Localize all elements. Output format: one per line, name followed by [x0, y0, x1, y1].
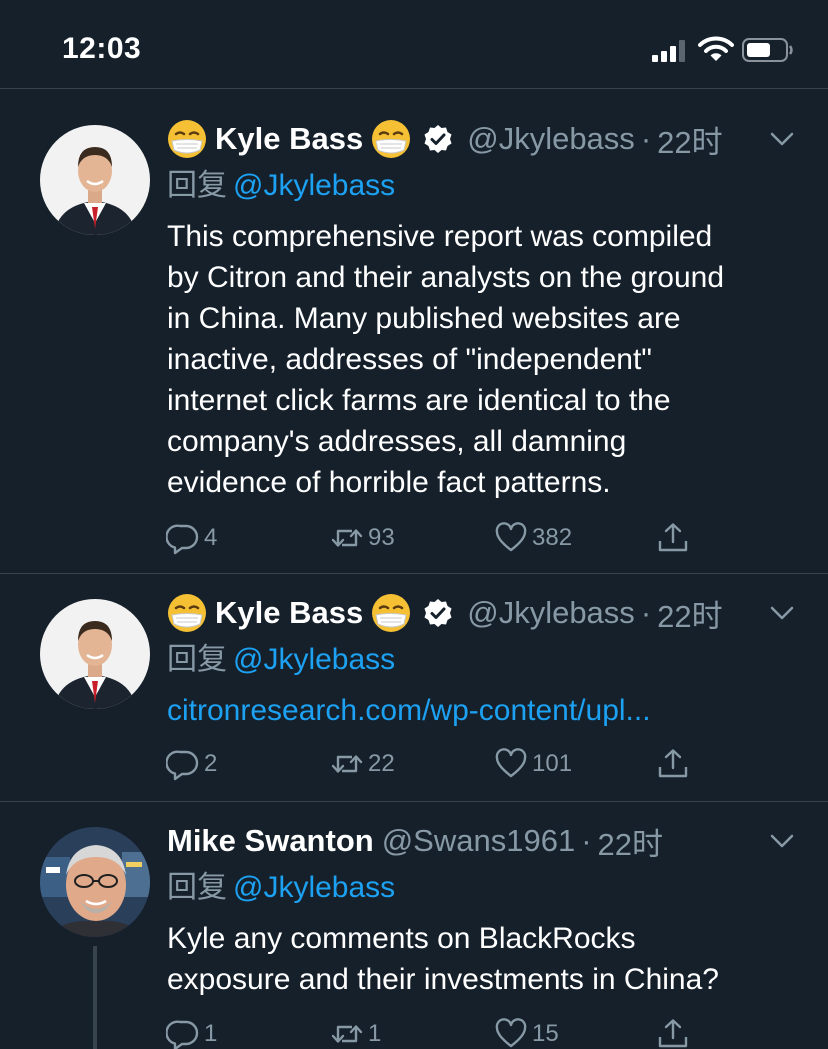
reply-button[interactable]: 1 [166, 1016, 217, 1049]
share-icon [656, 1017, 690, 1049]
chevron-down-icon[interactable] [766, 123, 798, 155]
face-with-mask-emoji-icon [167, 119, 207, 159]
like-button[interactable]: 382 [494, 520, 572, 556]
avatar[interactable] [40, 827, 150, 937]
avatar[interactable] [40, 599, 150, 709]
user-handle[interactable]: @Jkylebass [467, 595, 635, 631]
tweet-actions: 4 93 382 [0, 520, 828, 560]
share-button[interactable] [656, 746, 694, 782]
tweet-actions: 1 1 15 [0, 1016, 828, 1049]
retweet-icon [330, 521, 364, 555]
tweet-time: 22时 [657, 124, 723, 160]
user-handle[interactable]: @Swans1961 [382, 823, 575, 859]
tweet-link[interactable]: citronresearch.com/wp-content/upl... [167, 690, 798, 731]
tweet-time: 22时 [597, 826, 663, 862]
status-divider [0, 88, 828, 89]
tweet-header: Mike Swanton @Swans1961 · 22时 [167, 820, 798, 862]
separator-dot: · [581, 823, 592, 858]
like-button[interactable]: 101 [494, 746, 572, 782]
like-button[interactable]: 15 [494, 1016, 559, 1049]
tweet[interactable]: Kyle Bass @Jkylebass · 22时 回复 @Jkylebass … [0, 90, 828, 574]
tweet-actions: 2 22 101 [0, 746, 828, 786]
tweet-header: Kyle Bass @Jkylebass · 22时 [167, 118, 798, 160]
reply-context: 回复 @Jkylebass [167, 866, 798, 910]
retweet-icon [330, 747, 364, 781]
retweet-button[interactable]: 93 [330, 520, 395, 556]
reply-icon [166, 1017, 200, 1049]
cellular-signal-icon [652, 40, 685, 62]
reply-count: 2 [204, 750, 218, 777]
reply-context: 回复 @Jkylebass [167, 164, 798, 208]
verified-badge-icon [423, 124, 453, 154]
verified-badge-icon [423, 598, 453, 628]
reply-handle-link[interactable]: @Jkylebass [233, 871, 395, 904]
reply-button[interactable]: 4 [166, 520, 217, 556]
retweet-count: 1 [368, 1020, 382, 1047]
share-icon [656, 747, 690, 781]
like-count: 15 [532, 1020, 559, 1047]
display-name[interactable]: Mike Swanton [167, 823, 374, 859]
chevron-down-icon[interactable] [766, 597, 798, 629]
reply-context: 回复 @Jkylebass [167, 638, 798, 682]
reply-handle-link[interactable]: @Jkylebass [233, 169, 395, 202]
retweet-button[interactable]: 1 [330, 1016, 381, 1049]
share-button[interactable] [656, 520, 694, 556]
retweet-count: 93 [368, 524, 395, 551]
heart-icon [494, 1017, 528, 1049]
tweet-text: Kyle any comments on BlackRocks exposure… [167, 922, 719, 996]
retweet-icon [330, 1017, 364, 1049]
heart-icon [494, 747, 528, 781]
face-with-mask-emoji-icon [371, 119, 411, 159]
status-time: 12:03 [62, 32, 142, 65]
tweet-header: Kyle Bass @Jkylebass · 22时 [167, 592, 798, 634]
like-count: 382 [532, 524, 573, 551]
retweet-count: 22 [368, 750, 395, 777]
chevron-down-icon[interactable] [766, 825, 798, 857]
reply-icon [166, 521, 200, 555]
reply-count: 1 [204, 1020, 218, 1047]
tweet-time: 22时 [657, 598, 723, 634]
user-handle[interactable]: @Jkylebass [467, 121, 635, 157]
heart-icon [494, 521, 528, 555]
reply-label: 回复 [167, 871, 227, 904]
share-button[interactable] [656, 1016, 694, 1049]
display-name[interactable]: Kyle Bass [215, 595, 363, 631]
reply-button[interactable]: 2 [166, 746, 217, 782]
status-bar: 12:03 [0, 0, 828, 90]
avatar[interactable] [40, 125, 150, 235]
separator-dot: · [640, 595, 652, 630]
reply-icon [166, 747, 200, 781]
reply-count: 4 [204, 524, 218, 551]
face-with-mask-emoji-icon [371, 593, 411, 633]
tweet[interactable]: Kyle Bass @Jkylebass · 22时 回复 @Jkylebass … [0, 574, 828, 802]
share-icon [656, 521, 690, 555]
reply-label: 回复 [167, 169, 227, 202]
face-with-mask-emoji-icon [167, 593, 207, 633]
tweet-text: This comprehensive report was compiled b… [167, 220, 725, 499]
battery-icon [742, 38, 793, 62]
like-count: 101 [532, 750, 573, 777]
retweet-button[interactable]: 22 [330, 746, 395, 782]
reply-label: 回复 [167, 643, 227, 676]
wifi-icon [698, 36, 734, 61]
reply-handle-link[interactable]: @Jkylebass [233, 643, 395, 676]
display-name[interactable]: Kyle Bass [215, 121, 363, 157]
tweet[interactable]: Mike Swanton @Swans1961 · 22时 回复 @Jkyleba… [0, 802, 828, 1049]
separator-dot: · [640, 121, 652, 156]
